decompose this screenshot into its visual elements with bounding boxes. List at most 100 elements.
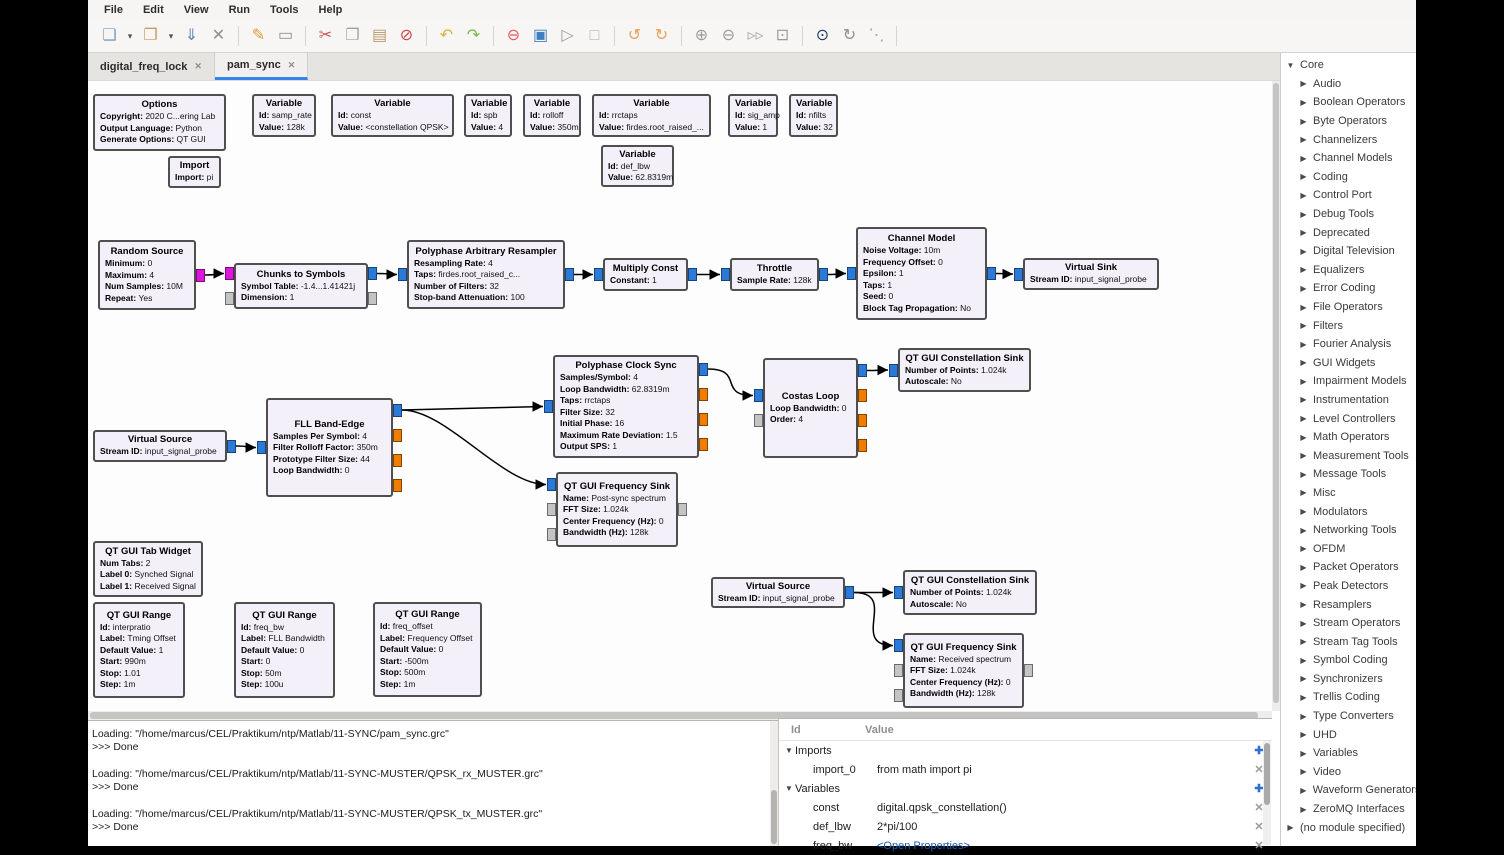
port-in-0[interactable] [257, 441, 266, 454]
library-category-digital-television[interactable]: ▶Digital Television [1281, 242, 1416, 261]
variable-row-import_0[interactable]: import_0from math import pi✕ [779, 760, 1272, 779]
chevron-right-icon[interactable]: ▶ [1299, 98, 1308, 107]
port-out-0[interactable] [678, 503, 687, 516]
block-properties-icon[interactable]: ✎ [245, 24, 272, 48]
block-range_freq_bw[interactable]: QT GUI RangeId: freq_bwLabel: FLL Bandwi… [234, 602, 335, 698]
library-category-file-operators[interactable]: ▶File Operators [1281, 298, 1416, 317]
chevron-down-icon[interactable]: ▼ [785, 784, 795, 793]
block-pcs[interactable]: Polyphase Clock SyncSamples/Symbol: 4Loo… [553, 355, 699, 458]
chevron-right-icon[interactable]: ▶ [1299, 191, 1308, 200]
library-category-synchronizers[interactable]: ▶Synchronizers [1281, 670, 1416, 689]
variable-value[interactable]: digital.qpsk_constellation() [877, 802, 1246, 814]
connection[interactable] [236, 446, 256, 448]
generate-icon[interactable]: ▣ [527, 24, 554, 48]
port-out-0[interactable] [227, 440, 236, 453]
chevron-right-icon[interactable]: ▶ [1299, 581, 1308, 590]
chevron-right-icon[interactable]: ▶ [1299, 377, 1308, 386]
screen-capture-icon[interactable]: ▭ [272, 24, 299, 48]
library-category-core[interactable]: ▼Core [1281, 56, 1416, 75]
block-freqsink_post[interactable]: QT GUI Frequency SinkName: Post-sync spe… [556, 472, 678, 547]
new-dropdown-icon[interactable]: ▾ [123, 24, 137, 48]
chevron-right-icon[interactable]: ▶ [1299, 674, 1308, 683]
library-category-waveform-generators[interactable]: ▶Waveform Generators [1281, 781, 1416, 800]
library-category-uhd[interactable]: ▶UHD [1281, 725, 1416, 744]
console-scroll-thumb[interactable] [771, 790, 777, 844]
menu-edit[interactable]: Edit [133, 2, 174, 18]
chevron-right-icon[interactable]: ▶ [1299, 656, 1308, 665]
redo-icon[interactable]: ↷ [460, 24, 487, 48]
port-in-0[interactable] [894, 586, 903, 599]
chevron-right-icon[interactable]: ▶ [1299, 303, 1308, 312]
library-category-networking-tools[interactable]: ▶Networking Tools [1281, 521, 1416, 540]
rotate-ccw-icon[interactable]: ↺ [621, 24, 648, 48]
port-out-0[interactable] [845, 586, 854, 599]
block-vsource_bot[interactable]: Virtual SourceStream ID: input_signal_pr… [711, 577, 845, 608]
chevron-right-icon[interactable]: ▶ [1299, 526, 1308, 535]
library-category-misc[interactable]: ▶Misc [1281, 484, 1416, 503]
variable-group-imports[interactable]: ▼Imports✚ [779, 741, 1272, 760]
chevron-right-icon[interactable]: ▶ [1286, 823, 1295, 832]
chevron-right-icon[interactable]: ▶ [1299, 414, 1308, 423]
port-out-0[interactable] [368, 267, 377, 280]
chevron-right-icon[interactable]: ▶ [1299, 79, 1308, 88]
port-in-0[interactable] [754, 389, 763, 402]
library-category-modulators[interactable]: ▶Modulators [1281, 502, 1416, 521]
zoom-out-icon[interactable]: ⊖ [715, 24, 742, 48]
port-in-0[interactable] [594, 268, 603, 281]
open-flowgraph-icon[interactable]: ❐ [137, 24, 164, 48]
library-category-deprecated[interactable]: ▶Deprecated [1281, 223, 1416, 242]
port-out-2[interactable] [393, 454, 402, 467]
port-out-2[interactable] [858, 414, 867, 427]
chevron-right-icon[interactable]: ▶ [1299, 749, 1308, 758]
chevron-right-icon[interactable]: ▶ [1299, 712, 1308, 721]
fast-forward-icon[interactable]: ▹▹ [742, 24, 769, 48]
port-in-2[interactable] [894, 689, 903, 702]
find-block-icon[interactable]: ⊙ [809, 24, 836, 48]
menu-file[interactable]: File [94, 2, 133, 18]
library-category-ofdm[interactable]: ▶OFDM [1281, 539, 1416, 558]
library-category-video[interactable]: ▶Video [1281, 763, 1416, 782]
chevron-right-icon[interactable]: ▶ [1299, 228, 1308, 237]
variable-value[interactable]: 2*pi/100 [877, 821, 1246, 833]
block-chunks[interactable]: Chunks to SymbolsSymbol Table: -1.4...1.… [234, 263, 368, 309]
port-in-1[interactable] [754, 414, 763, 427]
rotate-cw-icon[interactable]: ↻ [648, 24, 675, 48]
port-in-0[interactable] [1014, 268, 1023, 281]
connection[interactable] [708, 369, 753, 396]
connection[interactable] [402, 410, 546, 485]
library-category-byte-operators[interactable]: ▶Byte Operators [1281, 112, 1416, 131]
port-in-0[interactable] [889, 364, 898, 377]
library-category-stream-tag-tools[interactable]: ▶Stream Tag Tools [1281, 632, 1416, 651]
port-out-0[interactable] [1024, 664, 1033, 677]
port-out-1[interactable] [699, 388, 708, 401]
port-out-0[interactable] [858, 364, 867, 377]
block-var_samp_rate[interactable]: VariableId: samp_rateValue: 128k [252, 94, 316, 137]
library-category-type-converters[interactable]: ▶Type Converters [1281, 707, 1416, 726]
library-category-peak-detectors[interactable]: ▶Peak Detectors [1281, 577, 1416, 596]
port-out-0[interactable] [565, 268, 574, 281]
chevron-right-icon[interactable]: ▶ [1299, 358, 1308, 367]
library-category-control-port[interactable]: ▶Control Port [1281, 186, 1416, 205]
chevron-right-icon[interactable]: ▶ [1299, 767, 1308, 776]
flowgraph-canvas[interactable]: OptionsCopyright: 2020 C...ering LabOutp… [88, 81, 1272, 711]
port-out-0[interactable] [819, 268, 828, 281]
chevron-right-icon[interactable]: ▶ [1299, 619, 1308, 628]
block-var_spb[interactable]: VariableId: spbValue: 4 [464, 94, 512, 137]
cut-icon[interactable]: ✂ [312, 24, 339, 48]
chevron-down-icon[interactable]: ▼ [1286, 61, 1295, 70]
library-category-filters[interactable]: ▶Filters [1281, 316, 1416, 335]
library-category-message-tools[interactable]: ▶Message Tools [1281, 465, 1416, 484]
reload-blocks-icon[interactable]: ↻ [836, 24, 863, 48]
variable-editor-scroll-thumb[interactable] [1264, 743, 1270, 805]
port-in-1[interactable] [894, 664, 903, 677]
library-category-variables[interactable]: ▶Variables [1281, 744, 1416, 763]
menu-run[interactable]: Run [219, 2, 260, 18]
port-in-1[interactable] [225, 292, 234, 305]
block-tabwidget[interactable]: QT GUI Tab WidgetNum Tabs: 2Label 0: Syn… [93, 541, 203, 597]
chevron-right-icon[interactable]: ▶ [1299, 284, 1308, 293]
block-random_source[interactable]: Random SourceMinimum: 0Maximum: 4Num Sam… [98, 240, 196, 310]
connection[interactable] [854, 593, 893, 646]
block-costas[interactable]: Costas LoopLoop Bandwidth: 0Order: 4 [763, 358, 858, 458]
block-import0[interactable]: ImportImport: pi [168, 156, 221, 188]
menu-help[interactable]: Help [309, 2, 353, 18]
